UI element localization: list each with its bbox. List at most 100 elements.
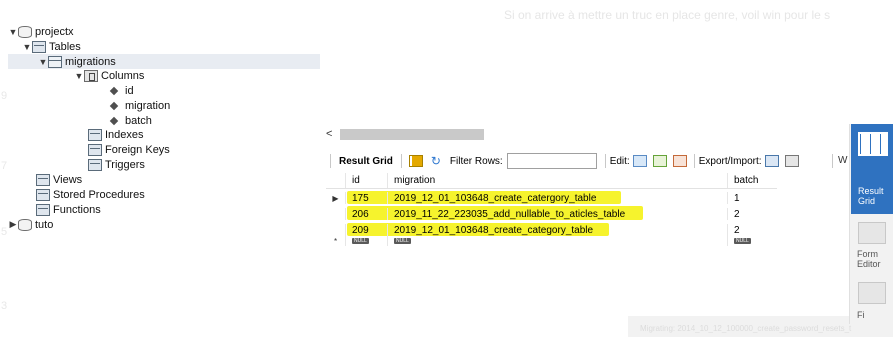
background-chat-text: Si on arrive à mettre un truc en place g… (504, 8, 831, 22)
folder-icon (32, 40, 46, 53)
cell-migration[interactable]: 2019_12_01_103648_create_catergory_table (387, 192, 727, 204)
null-badge: NULL (394, 238, 411, 244)
result-grid-side-button[interactable]: Result Grid (851, 124, 893, 214)
column-diamond-icon (109, 116, 119, 125)
export-import-label: Export/Import: (698, 155, 762, 167)
scroll-thumb[interactable] (340, 129, 484, 140)
toolbar-divider (330, 154, 331, 168)
tree-node-label: tuto (35, 218, 54, 231)
result-grid-label: Result Grid (339, 155, 393, 167)
result-side-panel: Result Grid Form Editor Fi (849, 124, 893, 324)
tree-node-column-id[interactable]: id (108, 83, 134, 98)
delete-row-icon[interactable] (672, 155, 687, 167)
tree-node-columns[interactable]: ▼ Columns (74, 68, 144, 83)
null-badge: NULL (352, 238, 369, 244)
scroll-left-arrow-icon[interactable]: < (326, 128, 332, 140)
gutter-number: 5 (1, 226, 8, 238)
tree-node-label: migration (125, 99, 171, 112)
tree-node-label: Columns (101, 69, 145, 82)
table-row[interactable]: 209 2019_12_01_103648_create_category_ta… (326, 224, 777, 236)
add-row-icon[interactable] (652, 155, 667, 167)
edit-row-icon[interactable] (632, 155, 647, 167)
horizontal-scrollbar[interactable]: < (326, 127, 821, 142)
tree-node-label: Foreign Keys (105, 143, 170, 156)
side-button-label[interactable]: Editor (857, 259, 881, 269)
side-button-label: Result (858, 186, 884, 196)
expand-arrow-icon[interactable]: ▼ (22, 42, 32, 52)
tree-node-tables[interactable]: ▼ Tables (22, 39, 81, 54)
tree-node-label: projectx (35, 25, 74, 38)
toolbar-divider (832, 154, 833, 168)
cell-batch-null[interactable]: NULL (727, 236, 777, 246)
expand-arrow-icon[interactable]: ▼ (38, 57, 48, 67)
tree-node-label: Triggers (105, 158, 145, 171)
tree-node-label: Indexes (105, 128, 144, 141)
gutter-number: 7 (1, 160, 8, 172)
tree-node-column-migration[interactable]: migration (108, 98, 170, 113)
wrap-cell-label[interactable]: W (838, 155, 847, 166)
tree-node-views[interactable]: Views (36, 172, 82, 187)
cell-id[interactable]: 175 (345, 192, 387, 204)
tree-node-migrations[interactable]: ▼ migrations (8, 54, 320, 69)
table-row[interactable]: ▶ 175 2019_12_01_103648_create_catergory… (326, 192, 777, 204)
result-grid-icon (858, 132, 888, 156)
cell-batch[interactable]: 1 (727, 192, 777, 204)
result-grid: id migration batch ▶ 175 2019_12_01_1036… (326, 173, 777, 246)
column-header-batch[interactable]: batch (727, 173, 777, 188)
import-icon[interactable] (784, 155, 799, 167)
cell-id-null[interactable]: NULL (345, 236, 387, 246)
edit-label: Edit: (609, 155, 630, 167)
tree-node-foreign-keys[interactable]: Foreign Keys (88, 142, 170, 157)
side-button-label[interactable]: Fi (857, 310, 865, 320)
grid-layout-icon[interactable] (408, 155, 423, 167)
tree-node-label: Tables (49, 40, 81, 53)
table-row[interactable]: 206 2019_11_22_223035_add_nullable_to_at… (326, 208, 777, 220)
cell-batch[interactable]: 2 (727, 208, 777, 220)
gutter-number: 3 (1, 300, 8, 312)
tree-node-triggers[interactable]: Triggers (88, 157, 145, 172)
cell-migration[interactable]: 2019_11_22_223035_add_nullable_to_aticle… (387, 208, 727, 220)
cell-id[interactable]: 209 (345, 224, 387, 236)
tree-node-indexes[interactable]: Indexes (88, 127, 144, 142)
toolbar-divider (604, 154, 606, 168)
result-toolbar: Result Grid ↻ Filter Rows: Edit: Export/… (326, 152, 821, 170)
cell-batch[interactable]: 2 (727, 224, 777, 236)
terminal-text: Migrating: 2014_10_12_100000_create_pass… (640, 324, 852, 333)
column-header-migration[interactable]: migration (387, 173, 727, 188)
database-icon (18, 218, 32, 231)
tree-node-column-batch[interactable]: batch (108, 113, 152, 128)
current-row-marker-icon: ▶ (332, 193, 339, 203)
tree-node-label: Stored Procedures (53, 188, 145, 201)
new-row-marker: * (333, 236, 338, 246)
tree-node-projectx[interactable]: ▼ projectx (8, 24, 74, 39)
folder-icon (88, 143, 102, 156)
tree-node-stored-procedures[interactable]: Stored Procedures (36, 187, 145, 202)
column-header-id[interactable]: id (345, 173, 387, 188)
folder-icon (88, 158, 102, 171)
null-badge: NULL (734, 238, 751, 244)
grid-header-row: id migration batch (326, 173, 777, 189)
side-button-label[interactable]: Form (857, 249, 878, 259)
new-row[interactable]: * NULL NULL NULL (326, 236, 777, 246)
tree-node-tuto[interactable]: ▶ tuto (8, 217, 53, 232)
form-editor-icon[interactable] (858, 222, 886, 244)
gutter-number: 9 (1, 90, 8, 102)
refresh-icon[interactable]: ↻ (429, 155, 443, 167)
field-types-icon[interactable] (858, 282, 886, 304)
tree-node-label: Views (53, 173, 83, 186)
schema-navigator: ▼ projectx ▼ Tables ▼ migrations ▼ Colum… (8, 24, 320, 324)
cell-id[interactable]: 206 (345, 208, 387, 220)
export-icon[interactable] (764, 155, 779, 167)
filter-rows-input[interactable] (506, 153, 597, 169)
expand-arrow-icon[interactable]: ▼ (74, 71, 84, 81)
expand-arrow-icon[interactable]: ▶ (8, 219, 18, 230)
tree-node-label: id (125, 84, 134, 97)
tree-node-label: batch (125, 114, 152, 127)
column-diamond-icon (109, 101, 119, 110)
folder-icon (88, 128, 102, 141)
cell-migration-null[interactable]: NULL (387, 236, 727, 246)
cell-migration[interactable]: 2019_12_01_103648_create_category_table (387, 224, 727, 236)
column-diamond-icon (109, 86, 119, 95)
expand-arrow-icon[interactable]: ▼ (8, 27, 18, 37)
tree-node-functions[interactable]: Functions (36, 202, 101, 217)
